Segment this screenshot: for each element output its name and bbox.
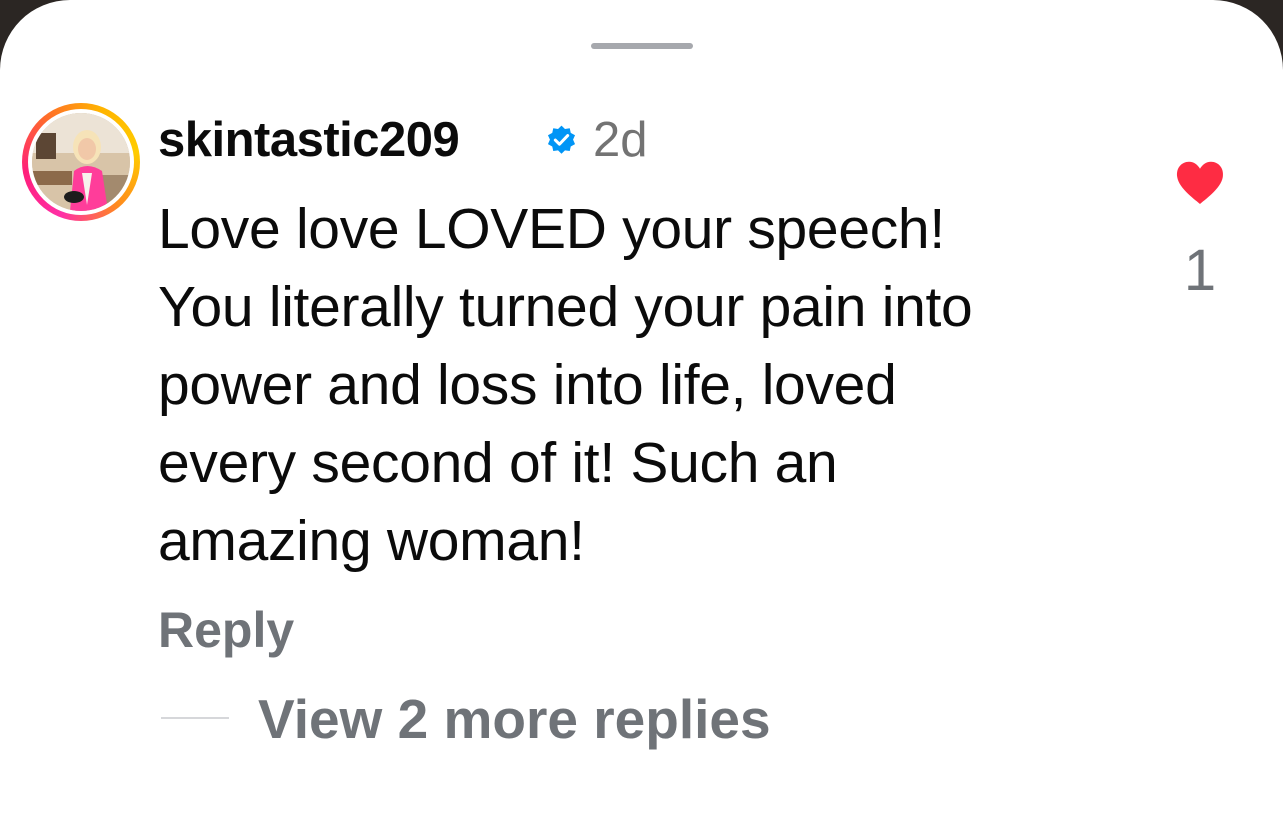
comment-username[interactable]: skintastic209 (158, 108, 460, 172)
comment-timestamp: 2d (593, 113, 648, 167)
heart-filled-icon[interactable] (1175, 160, 1225, 206)
verified-badge-icon (547, 125, 576, 154)
comment-text: Love love LOVED your speech! You literal… (158, 190, 1118, 580)
story-ring-avatar[interactable] (22, 103, 140, 221)
avatar-photo (32, 113, 130, 211)
comment-text-line: You literally turned your pain into (158, 275, 973, 339)
reply-button[interactable]: Reply (158, 598, 294, 662)
comment-text-line: power and loss into life, loved (158, 353, 897, 417)
view-more-replies-button[interactable]: View 2 more replies (258, 686, 771, 752)
comment-text-line: amazing woman! (158, 509, 585, 573)
sheet-grabber-handle[interactable] (591, 43, 693, 49)
replies-divider (161, 717, 229, 719)
comment-text-line: Love love LOVED your speech! (158, 197, 945, 261)
comments-sheet: skintastic209 2d Love love LOVED your sp… (0, 0, 1283, 834)
comment-text-line: every second of it! Such an (158, 431, 838, 495)
avatar[interactable] (32, 113, 130, 211)
like-count[interactable]: 1 (1168, 236, 1232, 306)
